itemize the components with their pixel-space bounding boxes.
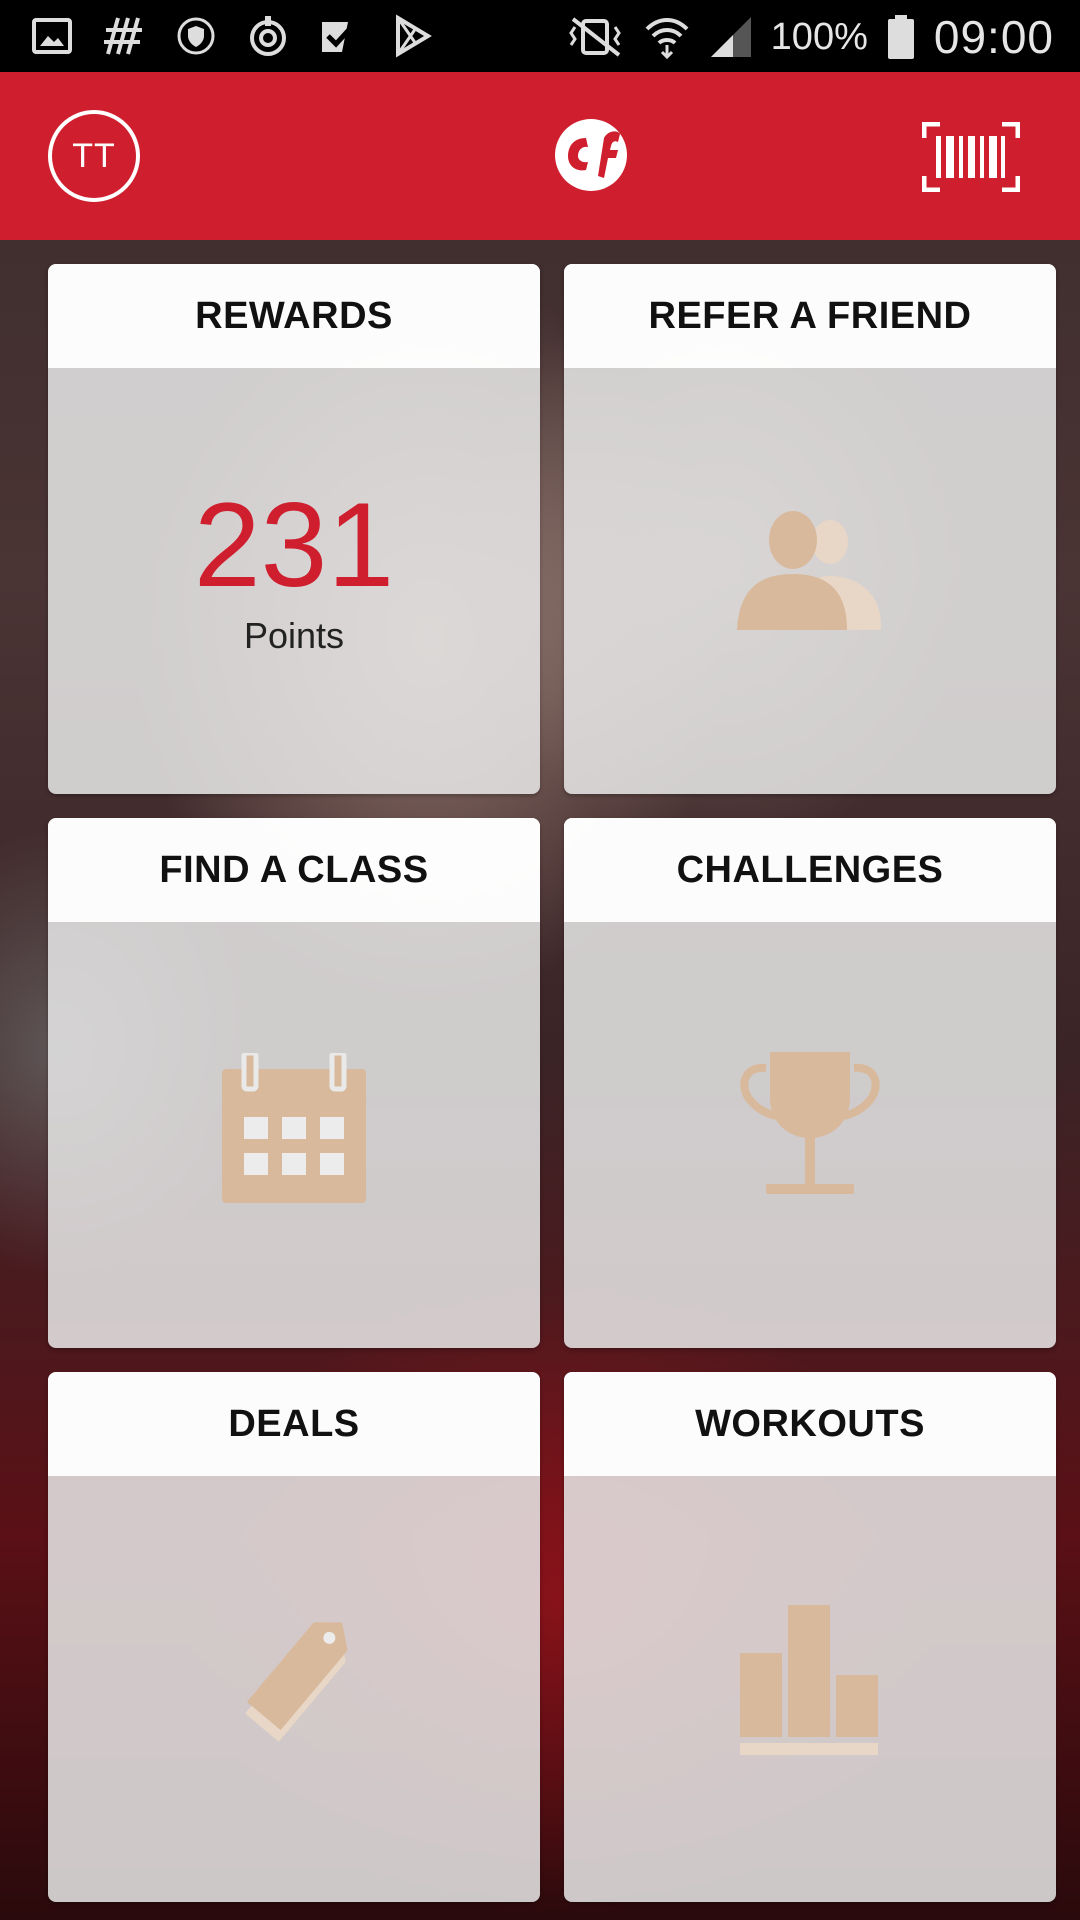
battery-icon: [887, 15, 914, 59]
deals-body: [48, 1476, 540, 1902]
workouts-body: [564, 1476, 1056, 1902]
vibrate-icon: [568, 17, 621, 57]
wifi-icon: [645, 18, 689, 60]
challenges-tile[interactable]: CHALLENGES: [564, 818, 1056, 1348]
challenges-title: CHALLENGES: [564, 818, 1056, 922]
app-header: TT: [0, 72, 1080, 240]
barcode-icon[interactable]: [922, 122, 1020, 192]
sync-icon: [250, 16, 286, 56]
points-label: Points: [243, 615, 345, 656]
workouts-title: WORKOUTS: [564, 1372, 1056, 1476]
clock: 09:00: [933, 11, 1054, 63]
refer-a-friend-body: [564, 368, 1056, 794]
find-a-class-title: FIND A CLASS: [48, 818, 540, 922]
notification-icons: [30, 14, 434, 58]
find-a-class-tile[interactable]: FIND A CLASS: [48, 818, 540, 1348]
crunch-logo-icon: [555, 119, 627, 191]
system-status: 100% 09:00: [565, 10, 1054, 64]
people-icon: [737, 511, 882, 630]
rewards-title: REWARDS: [48, 264, 540, 368]
refer-a-friend-tile[interactable]: REFER A FRIEND: [564, 264, 1056, 794]
deals-title: DEALS: [48, 1372, 540, 1476]
hashtag-icon: [104, 17, 142, 55]
bar-chart-icon: [740, 1605, 878, 1755]
workouts-tile[interactable]: WORKOUTS: [564, 1372, 1056, 1902]
points-display: 231 Points: [194, 485, 394, 657]
signal-icon: [710, 17, 751, 57]
rewards-body: 231 Points: [48, 368, 540, 794]
rewards-tile[interactable]: REWARDS 231 Points: [48, 264, 540, 794]
points-value: 231: [193, 478, 395, 612]
trophy-icon: [740, 1052, 880, 1194]
challenges-body: [564, 922, 1056, 1348]
price-tag-icon: [245, 1622, 348, 1742]
calendar-icon: [222, 1053, 366, 1203]
shield-icon: [177, 17, 215, 55]
status-bar: 100% 09:00: [0, 0, 1080, 72]
checkbox-icon: [322, 18, 360, 52]
find-a-class-body: [48, 922, 540, 1348]
battery-percentage: 100%: [770, 15, 868, 58]
avatar-initials: TT: [72, 136, 116, 175]
deals-tile[interactable]: DEALS: [48, 1372, 540, 1902]
profile-avatar-button[interactable]: TT: [48, 110, 140, 202]
play-store-icon: [396, 14, 432, 58]
refer-a-friend-title: REFER A FRIEND: [564, 264, 1056, 368]
gallery-icon: [32, 18, 72, 54]
